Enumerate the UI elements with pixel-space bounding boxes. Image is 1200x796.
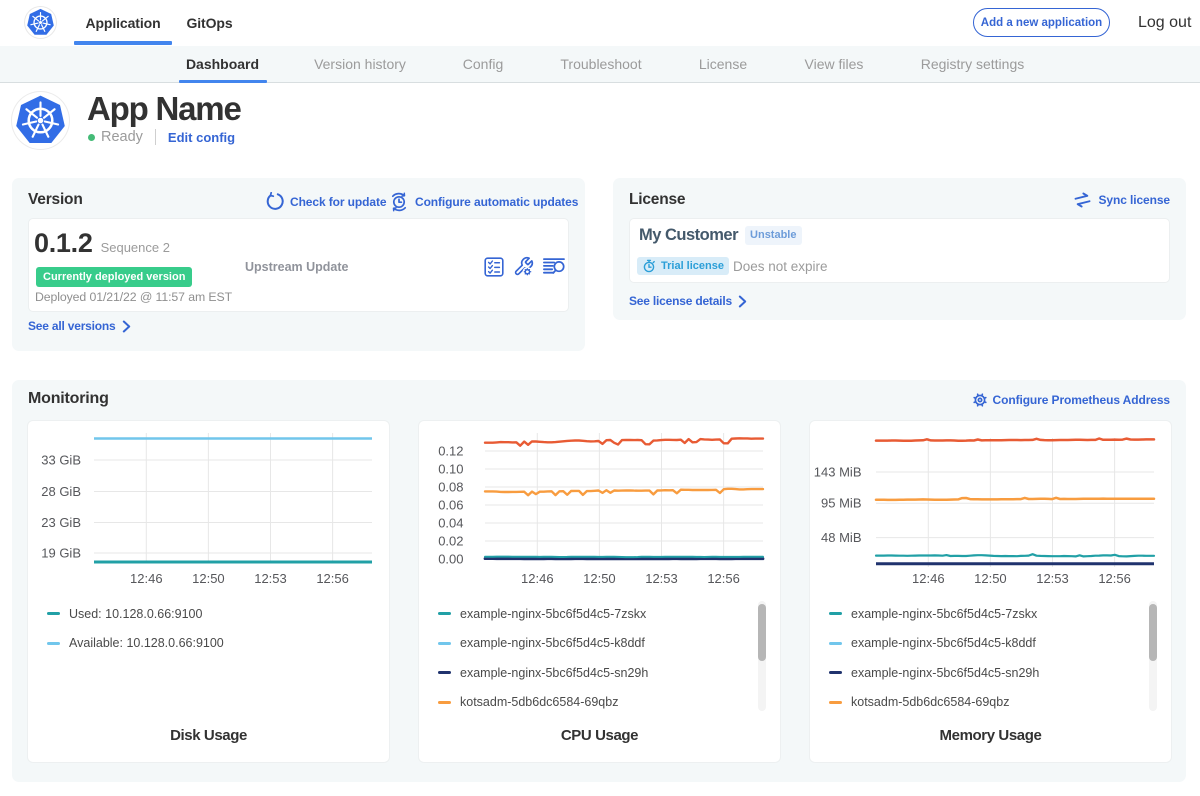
svg-text:33 GiB: 33 GiB xyxy=(41,453,81,468)
svg-text:23 GiB: 23 GiB xyxy=(41,515,81,530)
svg-text:12:50: 12:50 xyxy=(192,571,225,586)
svg-text:12:53: 12:53 xyxy=(254,571,287,586)
svg-text:12:46: 12:46 xyxy=(521,571,554,586)
svg-text:12:56: 12:56 xyxy=(316,571,349,586)
svg-text:19 GiB: 19 GiB xyxy=(41,546,81,561)
svg-text:28 GiB: 28 GiB xyxy=(41,484,81,499)
svg-text:0.10: 0.10 xyxy=(438,462,463,477)
svg-text:12:46: 12:46 xyxy=(912,571,945,586)
svg-text:12:53: 12:53 xyxy=(645,571,678,586)
svg-text:143 MiB: 143 MiB xyxy=(814,465,862,480)
svg-text:0.06: 0.06 xyxy=(438,498,463,513)
svg-text:48 MiB: 48 MiB xyxy=(821,530,861,545)
svg-text:12:53: 12:53 xyxy=(1036,571,1069,586)
svg-text:12:46: 12:46 xyxy=(130,571,163,586)
svg-text:12:56: 12:56 xyxy=(1098,571,1131,586)
svg-text:0.08: 0.08 xyxy=(438,480,463,495)
svg-text:0.12: 0.12 xyxy=(438,444,463,459)
svg-text:12:50: 12:50 xyxy=(974,571,1007,586)
svg-text:95 MiB: 95 MiB xyxy=(821,496,861,511)
svg-text:0.02: 0.02 xyxy=(438,534,463,549)
svg-text:0.04: 0.04 xyxy=(438,516,463,531)
svg-text:12:50: 12:50 xyxy=(583,571,616,586)
svg-text:12:56: 12:56 xyxy=(707,571,740,586)
svg-text:0.00: 0.00 xyxy=(438,552,463,567)
